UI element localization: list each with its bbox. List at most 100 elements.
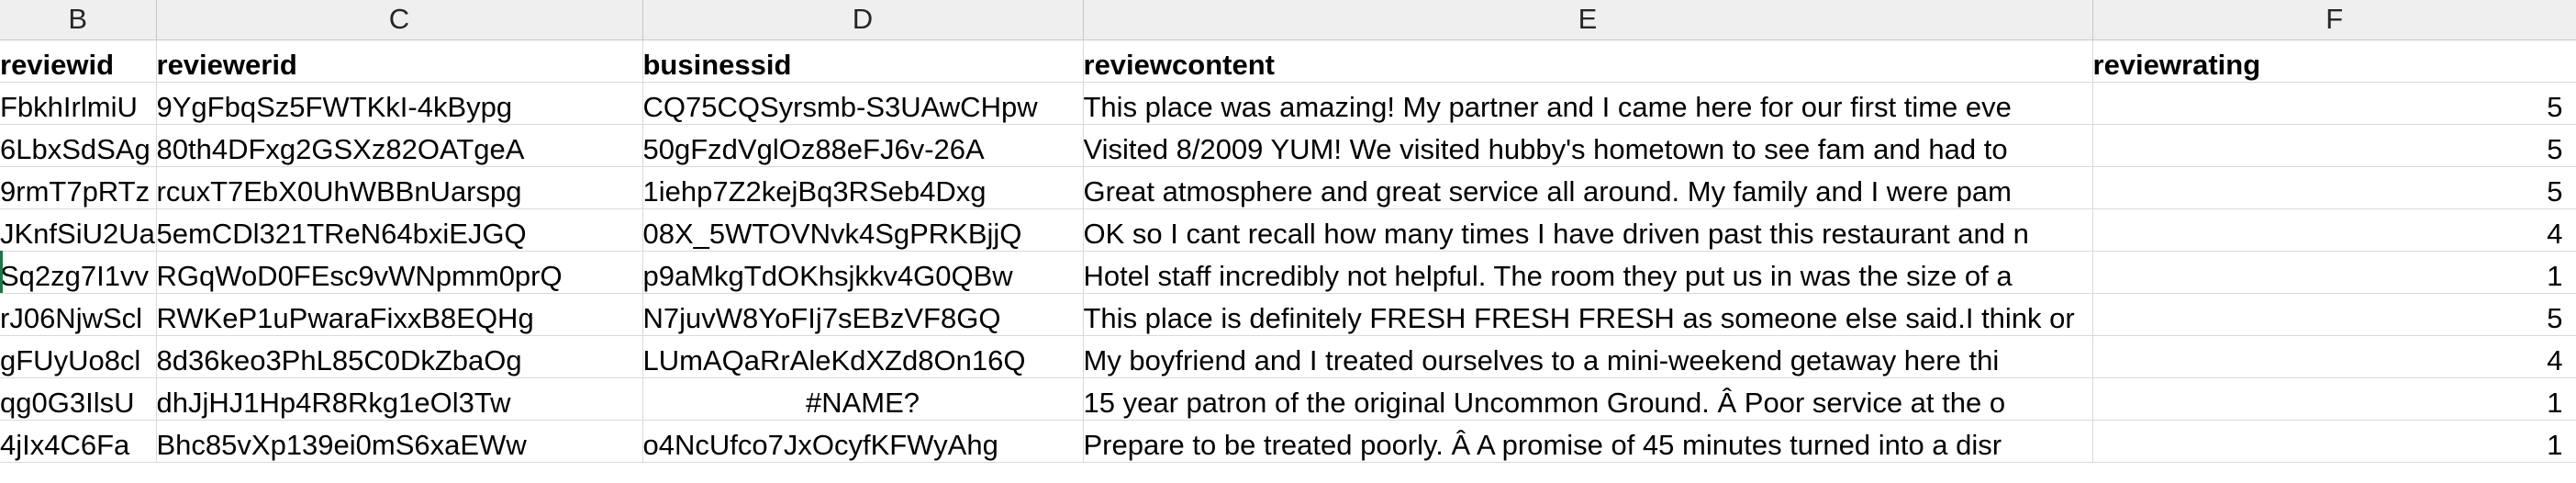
cell-reviewid[interactable]: gFUyUo8cl (0, 335, 157, 378)
cell-text: 1 (2547, 428, 2563, 461)
column-header-c[interactable]: C (156, 0, 643, 40)
cell-reviewerid[interactable]: RGqWoD0FEsc9vWNpmm0prQ (156, 251, 643, 294)
cell-reviewrating[interactable]: 5 (2092, 166, 2576, 209)
column-header-d[interactable]: D (642, 0, 1084, 40)
cell-text: This place is definitely FRESH FRESH FRE… (1083, 301, 2075, 334)
cell-text: #NAME? (805, 386, 920, 419)
table-row: FbkhIrlmiU 9YgFbqSz5FWTKkI-4kBypg CQ75CQSy… (0, 82, 2576, 125)
cell-text: 5 (2547, 90, 2563, 123)
cell-reviewrating[interactable]: 5 (2092, 82, 2576, 125)
cell-text: Prepare to be treated poorly. Â A promis… (1083, 428, 2002, 461)
cell-text: This place was amazing! My partner and I… (1083, 90, 2012, 123)
cell-reviewerid[interactable]: 8d36keo3PhL85C0DkZbaOg (156, 335, 643, 378)
cell-reviewerid[interactable]: dhJjHJ1Hp4R8Rkg1eOl3Tw (156, 377, 643, 421)
cell-text: reviewid (0, 48, 115, 81)
cell-reviewcontent[interactable]: This place was amazing! My partner and I… (1083, 82, 2093, 125)
cell-reviewrating[interactable]: 1 (2092, 420, 2576, 463)
cell-reviewrating[interactable]: 1 (2092, 377, 2576, 421)
cell-text: 15 year patron of the original Uncommon … (1083, 386, 2006, 419)
cell-reviewrating[interactable]: 1 (2092, 251, 2576, 294)
column-header-f[interactable]: F (2092, 0, 2576, 40)
cell-header-businessid[interactable]: businessid (642, 39, 1084, 83)
cell-reviewrating[interactable]: 5 (2092, 124, 2576, 167)
cell-text: 80th4DFxg2GSXz82OATgeA (156, 132, 525, 165)
cell-text: businessid (642, 48, 792, 81)
cell-header-reviewrating[interactable]: reviewrating (2092, 39, 2576, 83)
cell-reviewerid[interactable]: RWKeP1uPwaraFixxB8EQHg (156, 293, 643, 336)
cell-reviewerid[interactable]: Bhc85vXp139ei0mS6xaEWw (156, 420, 643, 463)
cell-reviewcontent[interactable]: Visited 8/2009 YUM! We visited hubby's h… (1083, 124, 2093, 167)
cell-reviewcontent[interactable]: Prepare to be treated poorly. Â A promis… (1083, 420, 2093, 463)
cell-businessid[interactable]: N7juvW8YoFIj7sEBzVF8GQ (642, 293, 1084, 336)
cell-businessid[interactable]: p9aMkgTdOKhsjkkv4G0QBw (642, 251, 1084, 294)
cell-reviewerid[interactable]: 5emCDl321TReN64bxiEJGQ (156, 208, 643, 252)
table-row: 6LbxSdSAg 80th4DFxg2GSXz82OATgeA 50gFzdVgl… (0, 124, 2576, 167)
cell-text: 4jIx4C6Fa (0, 428, 130, 461)
cell-text: Visited 8/2009 YUM! We visited hubby's h… (1083, 132, 2008, 165)
cell-businessid[interactable]: #NAME? (642, 377, 1084, 421)
cell-text: RWKeP1uPwaraFixxB8EQHg (156, 301, 534, 334)
cell-text: 5 (2547, 132, 2563, 165)
cell-text: rcuxT7EbX0UhWBBnUarspg (156, 174, 522, 208)
table-row: Sq2zg7I1vv RGqWoD0FEsc9vWNpmm0prQ p9aMkgTd… (0, 251, 2576, 294)
cell-header-reviewerid[interactable]: reviewerid (156, 39, 643, 83)
cell-text: 5 (2547, 174, 2563, 208)
field-header-row: reviewid reviewerid businessid reviewcon… (0, 39, 2576, 83)
cell-reviewid[interactable]: qg0G3IlsU (0, 377, 157, 421)
cell-text: 6LbxSdSAg (0, 132, 151, 165)
column-header-e[interactable]: E (1083, 0, 2093, 40)
cell-text: rJ06NjwScl (0, 301, 143, 334)
cell-reviewcontent[interactable]: OK so I cant recall how many times I hav… (1083, 208, 2093, 252)
cell-text: reviewcontent (1083, 48, 1275, 81)
cell-header-reviewcontent[interactable]: reviewcontent (1083, 39, 2093, 83)
cell-reviewrating[interactable]: 5 (2092, 293, 2576, 336)
cell-text: CQ75CQSyrsmb-S3UAwCHpw (642, 90, 1038, 123)
table-row: rJ06NjwScl RWKeP1uPwaraFixxB8EQHg N7juvW8Y… (0, 293, 2576, 336)
cell-reviewid[interactable]: Sq2zg7I1vv (0, 251, 157, 294)
cell-reviewerid[interactable]: rcuxT7EbX0UhWBBnUarspg (156, 166, 643, 209)
table-row: JKnfSiU2Ua 5emCDl321TReN64bxiEJGQ 08X_5WTO… (0, 208, 2576, 252)
cell-text: qg0G3IlsU (0, 386, 135, 419)
cell-text: Hotel staff incredibly not helpful. The … (1083, 259, 2013, 292)
cell-text: RGqWoD0FEsc9vWNpmm0prQ (156, 259, 563, 292)
cell-reviewid[interactable]: FbkhIrlmiU (0, 82, 157, 125)
cell-reviewid[interactable]: 9rmT7pRTz (0, 166, 157, 209)
cell-businessid[interactable]: CQ75CQSyrsmb-S3UAwCHpw (642, 82, 1084, 125)
cell-reviewrating[interactable]: 4 (2092, 208, 2576, 252)
cell-businessid[interactable]: o4NcUfco7JxOcyfKFWyAhg (642, 420, 1084, 463)
cell-reviewcontent[interactable]: Great atmosphere and great service all a… (1083, 166, 2093, 209)
cell-text: Great atmosphere and great service all a… (1083, 174, 2012, 208)
cell-header-reviewid[interactable]: reviewid (0, 39, 157, 83)
cell-text: dhJjHJ1Hp4R8Rkg1eOl3Tw (156, 386, 511, 419)
cell-reviewcontent[interactable]: This place is definitely FRESH FRESH FRE… (1083, 293, 2093, 336)
cell-text: p9aMkgTdOKhsjkkv4G0QBw (642, 259, 1013, 292)
cell-businessid[interactable]: LUmAQaRrAleKdXZd8On16Q (642, 335, 1084, 378)
cell-reviewid[interactable]: rJ06NjwScl (0, 293, 157, 336)
cell-reviewid[interactable]: JKnfSiU2Ua (0, 208, 157, 252)
cell-text: gFUyUo8cl (0, 343, 141, 376)
column-header-b[interactable]: B (0, 0, 157, 40)
cell-businessid[interactable]: 1iehp7Z2kejBq3RSeb4Dxg (642, 166, 1084, 209)
table-row: gFUyUo8cl 8d36keo3PhL85C0DkZbaOg LUmAQaRrA… (0, 335, 2576, 378)
cell-text: reviewerid (156, 48, 297, 81)
cell-businessid[interactable]: 50gFzdVglOz88eFJ6v-26A (642, 124, 1084, 167)
active-cell-edge (0, 251, 3, 293)
cell-text: 08X_5WTOVNvk4SgPRKBjjQ (642, 217, 1022, 250)
cell-reviewerid[interactable]: 9YgFbqSz5FWTKkI-4kBypg (156, 82, 643, 125)
cell-text: reviewrating (2092, 48, 2261, 81)
cell-text: Bhc85vXp139ei0mS6xaEWw (156, 428, 527, 461)
cell-reviewerid[interactable]: 80th4DFxg2GSXz82OATgeA (156, 124, 643, 167)
cell-reviewcontent[interactable]: 15 year patron of the original Uncommon … (1083, 377, 2093, 421)
cell-reviewid[interactable]: 4jIx4C6Fa (0, 420, 157, 463)
cell-businessid[interactable]: 08X_5WTOVNvk4SgPRKBjjQ (642, 208, 1084, 252)
cell-text: 1 (2547, 386, 2563, 419)
table-row: qg0G3IlsU dhJjHJ1Hp4R8Rkg1eOl3Tw #NAME? 15 … (0, 377, 2576, 421)
cell-text: 1 (2547, 259, 2563, 292)
cell-reviewid[interactable]: 6LbxSdSAg (0, 124, 157, 167)
cell-reviewcontent[interactable]: My boyfriend and I treated ourselves to … (1083, 335, 2093, 378)
cell-text: 4 (2547, 217, 2563, 250)
cell-reviewcontent[interactable]: Hotel staff incredibly not helpful. The … (1083, 251, 2093, 294)
cell-text: Sq2zg7I1vv (0, 259, 149, 292)
spreadsheet-grid: B C D E F reviewid reviewerid businessid… (0, 0, 2576, 463)
cell-reviewrating[interactable]: 4 (2092, 335, 2576, 378)
